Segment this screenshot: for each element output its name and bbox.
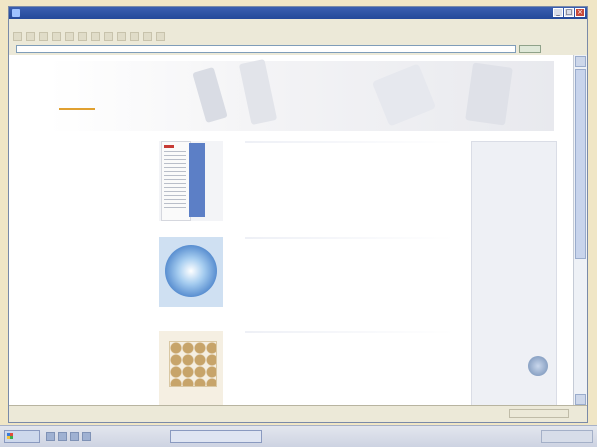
article-thumbnail[interactable]	[159, 331, 223, 405]
scroll-up-button[interactable]	[575, 56, 586, 67]
taskbar	[0, 425, 597, 447]
scroll-down-button[interactable]	[575, 394, 586, 405]
window-controls: _ □ ×	[553, 8, 585, 17]
desktop: _ □ ×	[0, 0, 597, 447]
header-decoration	[371, 63, 437, 127]
security-zone	[509, 409, 569, 418]
media-button[interactable]	[104, 32, 113, 41]
scroll-thumb[interactable]	[575, 69, 586, 259]
close-button[interactable]: ×	[575, 8, 585, 17]
news-item[interactable]	[478, 320, 552, 321]
toolbar	[9, 30, 587, 44]
browser-window: _ □ ×	[8, 6, 588, 423]
article-bullets	[245, 237, 455, 242]
maximize-button[interactable]: □	[564, 8, 574, 17]
mechanism-image	[169, 341, 217, 387]
status-bar	[9, 405, 587, 422]
browser-icon	[12, 9, 20, 17]
taskbar-button[interactable]	[170, 430, 262, 443]
globe-image	[165, 245, 217, 297]
news-item[interactable]	[478, 242, 552, 243]
news-photo	[528, 356, 548, 376]
news-item[interactable]	[478, 166, 552, 167]
refresh-button[interactable]	[52, 32, 61, 41]
logo-underline	[59, 108, 95, 110]
home-button[interactable]	[65, 32, 74, 41]
article-bullets	[245, 331, 455, 336]
article-thumbnail[interactable]	[159, 237, 223, 307]
quicklaunch-icon[interactable]	[82, 432, 91, 441]
minimize-button[interactable]: _	[553, 8, 563, 17]
header-decoration	[465, 62, 513, 126]
magazine-mark	[164, 145, 174, 148]
start-button[interactable]	[4, 430, 40, 443]
search-button[interactable]	[78, 32, 87, 41]
header-decoration	[238, 58, 278, 126]
system-tray-clock[interactable]	[541, 430, 593, 443]
go-button[interactable]	[519, 45, 541, 53]
site-header	[49, 58, 554, 131]
quicklaunch-icon[interactable]	[70, 432, 79, 441]
back-button[interactable]	[13, 32, 22, 41]
vertical-scrollbar[interactable]	[573, 55, 587, 406]
favorites-button[interactable]	[91, 32, 100, 41]
stop-button[interactable]	[39, 32, 48, 41]
page-content	[9, 55, 573, 406]
magazine-text	[164, 151, 186, 211]
article-headline[interactable]	[245, 237, 455, 239]
print-button[interactable]	[143, 32, 152, 41]
history-button[interactable]	[117, 32, 126, 41]
magazine-column	[189, 143, 205, 217]
article-headline[interactable]	[245, 331, 455, 333]
edit-button[interactable]	[156, 32, 165, 41]
article-thumbnail[interactable]	[159, 141, 223, 221]
quicklaunch-icon[interactable]	[46, 432, 55, 441]
quicklaunch-icon[interactable]	[58, 432, 67, 441]
header-decoration	[192, 66, 228, 124]
title-bar[interactable]: _ □ ×	[9, 7, 587, 19]
quick-launch	[46, 432, 91, 441]
windows-logo-icon	[7, 433, 13, 439]
mail-button[interactable]	[130, 32, 139, 41]
article-bullets	[245, 141, 455, 146]
forward-button[interactable]	[26, 32, 35, 41]
news-sidebar	[471, 141, 557, 406]
article-headline[interactable]	[245, 141, 455, 143]
address-input[interactable]	[16, 45, 516, 53]
